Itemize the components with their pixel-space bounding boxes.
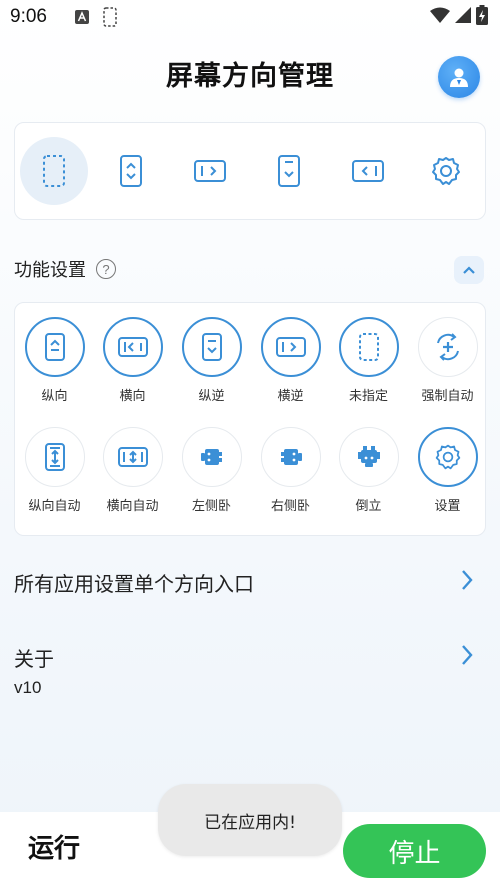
section-title: 功能设置 bbox=[14, 260, 86, 281]
portrait-phone-icon bbox=[44, 333, 65, 361]
grid-label: 纵逆 bbox=[198, 389, 225, 404]
a-badge-icon bbox=[74, 10, 89, 24]
collapse-button[interactable] bbox=[454, 256, 484, 284]
grid-circle bbox=[338, 427, 399, 487]
grid-label: 横向自动 bbox=[106, 499, 159, 514]
grid-circle bbox=[417, 317, 478, 377]
quick-orientation-bar bbox=[14, 122, 486, 220]
user-avatar-button[interactable] bbox=[438, 56, 480, 98]
grid-circle bbox=[260, 317, 321, 377]
run-label: 运行 bbox=[28, 834, 81, 864]
quick-portrait-button[interactable] bbox=[97, 137, 165, 205]
help-icon[interactable]: ? bbox=[96, 259, 116, 279]
grid-item-portrait-auto[interactable]: 纵向自动 bbox=[15, 427, 94, 514]
per-app-settings-label: 所有应用设置单个方向入口 bbox=[14, 571, 254, 596]
landscape-phone-icon bbox=[275, 337, 306, 357]
grid-label: 强制自动 bbox=[421, 389, 474, 404]
signal-icon bbox=[454, 6, 472, 28]
grid-item-reverse-landscape[interactable]: 横逆 bbox=[251, 317, 330, 404]
robot-upside-down-icon bbox=[357, 446, 380, 467]
grid-circle bbox=[181, 427, 242, 487]
grid-circle bbox=[338, 317, 399, 377]
function-grid: 纵向 横向 纵逆 横逆 未指定 强制自动 纵向自动 横向自动 左侧卧 右侧卧 倒… bbox=[14, 302, 486, 536]
per-app-settings-link[interactable]: 所有应用设置单个方向入口 bbox=[14, 566, 486, 598]
toast-message: 已在应用内! bbox=[158, 784, 342, 856]
grid-circle bbox=[417, 427, 478, 487]
function-settings-header: 功能设置 ? bbox=[14, 256, 486, 284]
grid-circle bbox=[260, 427, 321, 487]
grid-label: 右侧卧 bbox=[270, 499, 310, 514]
chevron-up-icon bbox=[463, 266, 475, 274]
grid-label: 设置 bbox=[434, 499, 461, 514]
grid-item-landscape-auto[interactable]: 横向自动 bbox=[93, 427, 172, 514]
reverse-landscape-icon bbox=[117, 337, 148, 357]
grid-label: 横向 bbox=[119, 389, 146, 404]
user-avatar-icon bbox=[450, 68, 468, 87]
about-link[interactable]: 关于 bbox=[14, 641, 486, 673]
quick-reverse-portrait-button[interactable] bbox=[255, 137, 323, 205]
grid-label: 未指定 bbox=[348, 389, 388, 404]
grid-item-lie-right[interactable]: 右侧卧 bbox=[251, 427, 330, 514]
chevron-right-icon bbox=[460, 643, 474, 671]
page-title: 屏幕方向管理 bbox=[166, 61, 334, 92]
quick-settings-button[interactable] bbox=[412, 137, 480, 205]
grid-circle bbox=[181, 317, 242, 377]
grid-item-reverse-portrait[interactable]: 纵逆 bbox=[172, 317, 251, 404]
quick-landscape-button[interactable] bbox=[176, 137, 244, 205]
grid-label: 横逆 bbox=[277, 389, 304, 404]
reverse-portrait-icon bbox=[201, 333, 222, 361]
robot-left-icon bbox=[200, 449, 222, 465]
chevron-right-icon bbox=[460, 568, 474, 596]
grid-item-upside-down[interactable]: 倒立 bbox=[329, 427, 408, 514]
dashed-phone-icon bbox=[43, 155, 65, 187]
gear-icon bbox=[435, 444, 460, 470]
reverse-landscape-icon bbox=[352, 160, 384, 182]
dashed-phone-icon bbox=[358, 333, 379, 361]
grid-item-landscape[interactable]: 横向 bbox=[93, 317, 172, 404]
about-label: 关于 bbox=[14, 646, 54, 671]
status-time: 9:06 bbox=[10, 6, 47, 27]
grid-circle bbox=[102, 317, 163, 377]
grid-item-force-auto[interactable]: 强制自动 bbox=[408, 317, 487, 404]
grid-item-lie-left[interactable]: 左侧卧 bbox=[172, 427, 251, 514]
landscape-auto-icon bbox=[117, 447, 148, 467]
stop-button[interactable]: 停止 bbox=[343, 824, 486, 878]
grid-circle bbox=[24, 317, 85, 377]
version-text: v10 bbox=[14, 678, 42, 697]
grid-item-unspecified[interactable]: 未指定 bbox=[329, 317, 408, 404]
grid-label: 纵向自动 bbox=[28, 499, 81, 514]
grid-circle bbox=[102, 427, 163, 487]
quick-unspecified-button[interactable] bbox=[20, 137, 88, 205]
quick-reverse-landscape-button[interactable] bbox=[334, 137, 402, 205]
landscape-phone-icon bbox=[194, 160, 226, 182]
portrait-phone-icon bbox=[120, 155, 142, 187]
rotate-arrows-icon bbox=[436, 333, 459, 361]
reverse-portrait-icon bbox=[278, 155, 300, 187]
robot-right-icon bbox=[280, 449, 302, 465]
gear-icon bbox=[432, 157, 460, 185]
wifi-icon bbox=[430, 7, 450, 27]
grid-circle bbox=[24, 427, 85, 487]
grid-item-settings[interactable]: 设置 bbox=[408, 427, 487, 514]
grid-label: 倒立 bbox=[355, 499, 382, 514]
dashed-phone-icon bbox=[103, 7, 117, 27]
grid-label: 左侧卧 bbox=[191, 499, 231, 514]
status-bar: 9:06 bbox=[0, 0, 500, 34]
battery-charging-icon bbox=[476, 5, 488, 29]
portrait-auto-icon bbox=[44, 443, 65, 471]
grid-item-portrait[interactable]: 纵向 bbox=[15, 317, 94, 404]
grid-label: 纵向 bbox=[41, 389, 68, 404]
